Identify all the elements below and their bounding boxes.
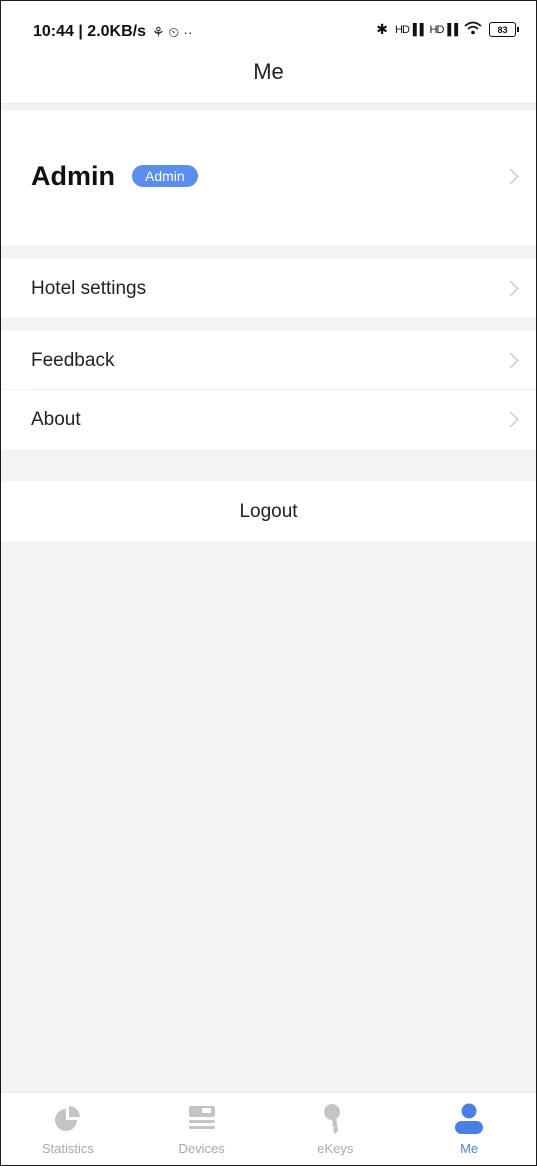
chevron-right-icon <box>502 411 519 428</box>
status-notification-icons: ⚘ ⏲ ·· <box>151 23 193 40</box>
user-name: Admin <box>31 161 115 191</box>
bottom-tab-bar: Statistics Devices eKeys Me <box>1 1092 536 1165</box>
hotel-settings-label: Hotel settings <box>31 278 147 299</box>
chevron-right-icon <box>502 352 519 369</box>
tab-ekeys-label: eKeys <box>317 1141 354 1156</box>
wifi-icon <box>464 21 482 38</box>
status-right: ✱ HD▐▐ HD▐▐ 83 <box>376 21 519 38</box>
logout-label: Logout <box>239 501 298 522</box>
status-bar: 10:44 | 2.0KB/s ⚘ ⏲ ·· ✱ HD▐▐ HD▐▐ 83 <box>1 1 536 45</box>
pie-chart-icon <box>53 1103 83 1138</box>
tab-statistics[interactable]: Statistics <box>1 1093 135 1165</box>
key-icon <box>320 1103 350 1140</box>
signal-icon-2: HD▐▐ <box>429 23 459 36</box>
profile-card[interactable]: Admin Admin <box>1 111 536 245</box>
page-header: Me <box>1 45 536 104</box>
tab-devices[interactable]: Devices <box>135 1093 269 1165</box>
menu-item-hotel-settings[interactable]: Hotel settings <box>1 259 536 317</box>
tab-devices-label: Devices <box>178 1141 225 1156</box>
devices-icon <box>187 1103 217 1138</box>
battery-icon: 83 <box>489 22 519 37</box>
page-title: Me <box>253 59 284 84</box>
tab-me-label: Me <box>460 1141 479 1156</box>
about-label: About <box>31 409 81 430</box>
menu-item-feedback[interactable]: Feedback <box>1 331 536 389</box>
signal-icon: HD▐▐ <box>395 23 424 36</box>
role-badge: Admin <box>132 165 198 187</box>
tab-ekeys[interactable]: eKeys <box>269 1093 403 1165</box>
menu-item-about[interactable]: About <box>1 390 536 449</box>
phone-screen: 10:44 | 2.0KB/s ⚘ ⏲ ·· ✱ HD▐▐ HD▐▐ 83 Me… <box>0 0 537 1166</box>
person-icon <box>454 1103 484 1140</box>
status-left: 10:44 | 2.0KB/s ⚘ ⏲ ·· <box>33 23 193 41</box>
chevron-right-icon <box>502 168 519 185</box>
feedback-label: Feedback <box>31 350 115 371</box>
tab-me[interactable]: Me <box>402 1093 536 1165</box>
chevron-right-icon <box>502 280 519 297</box>
status-time: 10:44 | 2.0KB/s <box>33 23 146 40</box>
bluetooth-icon: ✱ <box>376 21 389 37</box>
tab-statistics-label: Statistics <box>41 1141 94 1156</box>
logout-button[interactable]: Logout <box>1 481 536 541</box>
